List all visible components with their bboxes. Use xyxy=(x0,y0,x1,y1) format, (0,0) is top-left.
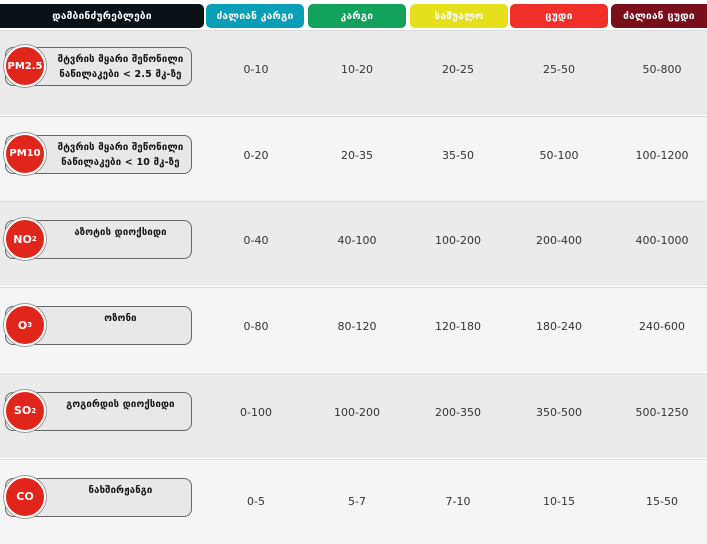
range-value: 120-180 xyxy=(435,320,481,334)
row-divider xyxy=(0,115,707,117)
header-level-0: ძალიან კარგი xyxy=(206,4,304,28)
range-value: 0-100 xyxy=(240,405,272,419)
row-divider xyxy=(0,458,707,460)
pollutant-badge-icon: SO 2 xyxy=(4,389,46,432)
range-value: 0-10 xyxy=(243,63,269,76)
pollutant-label-box: O 3 ოზონი xyxy=(4,304,192,347)
pollutant-label-box: NO 2 აზოტის დიოქსიდი xyxy=(4,218,192,261)
table-header: დამბინძურებლები ძალიან კარგი კარგი საშუალო… xyxy=(0,0,707,30)
pollutant-name: მტვრის მყარი შეწონილი ნაწილაკები < 2.5 მ… xyxy=(57,54,184,80)
header-level-4: ძალიან ცუდი xyxy=(611,4,707,28)
pollutant-label-box: PM10 მტვრის მყარი შეწონილი ნაწილაკები < 1… xyxy=(4,132,192,175)
range-value: 7-10 xyxy=(445,494,471,508)
range-value: 5-7 xyxy=(348,494,366,508)
range-value: 500-1250 xyxy=(635,405,689,419)
header-pollutants: დამბინძურებლები xyxy=(0,4,204,28)
range-value: 350-500 xyxy=(536,405,582,419)
range-value: 50-100 xyxy=(539,148,579,162)
table-row: CO ნახშირჟანგი 0-5 5-7 7-10 10-15 15-50 xyxy=(0,458,707,544)
range-value: 0-5 xyxy=(247,494,265,508)
pollutant-symbol: PM2.5 xyxy=(7,60,43,72)
table-row: PM10 მტვრის მყარი შეწონილი ნაწილაკები < 1… xyxy=(0,115,707,201)
row-divider xyxy=(0,30,707,31)
pollutant-symbol-subscript: 2 xyxy=(31,235,37,244)
pollutant-badge-icon: CO xyxy=(4,475,46,518)
pollutant-symbol-subscript: 2 xyxy=(31,406,37,415)
range-value: 400-1000 xyxy=(635,234,689,248)
pollutant-badge-icon: PM2.5 xyxy=(4,45,46,87)
pollutant-label-box: CO ნახშირჟანგი xyxy=(4,475,192,518)
pollutant-badge-icon: O3 xyxy=(4,304,46,347)
row-divider xyxy=(0,201,707,203)
pollutant-label-box: SO 2 გოგირდის დიოქსიდი xyxy=(4,389,192,432)
pollutant-symbol: SO xyxy=(13,404,32,418)
pollutant-symbol: NO xyxy=(13,232,32,246)
range-value: 25-50 xyxy=(543,63,575,76)
table-row: PM2.5 მტვრის მყარი შეწონილი ნაწილაკები < … xyxy=(0,30,707,115)
pollutant-symbol: CO xyxy=(16,490,34,503)
range-value: 20-25 xyxy=(442,63,474,76)
table-row: SO 2 გოგირდის დიოქსიდი 0-100 100-200 200-350 3… xyxy=(0,372,707,458)
range-value: 0-20 xyxy=(243,148,269,162)
header-level-2: საშუალო xyxy=(410,4,508,28)
pollutant-label-box: PM2.5 მტვრის მყარი შეწონილი ნაწილაკები < … xyxy=(4,45,192,87)
pollutant-name: ნახშირჟანგი xyxy=(88,484,153,496)
row-divider xyxy=(0,287,707,289)
table-row: O 3 ოზონი 0-80 80-120 120-180 180-240 240-600 xyxy=(0,287,707,373)
pollutant-name: აზოტის დიოქსიდი xyxy=(74,227,167,239)
range-value: 100-200 xyxy=(334,405,380,419)
range-value: 200-400 xyxy=(536,234,582,248)
pollutant-name: ოზონი xyxy=(104,313,137,325)
range-value: 10-20 xyxy=(341,63,373,76)
header-level-3: ცუდი xyxy=(510,4,608,28)
range-value: 35-50 xyxy=(442,148,474,162)
range-value: 50-800 xyxy=(642,63,682,76)
range-value: 0-40 xyxy=(243,234,269,248)
range-value: 20-35 xyxy=(341,148,373,162)
range-value: 0-80 xyxy=(243,320,269,334)
pollutant-name: გოგირდის დიოქსიდი xyxy=(66,398,175,410)
row-divider xyxy=(0,372,707,374)
range-value: 40-100 xyxy=(337,234,377,248)
range-value: 200-350 xyxy=(435,405,481,419)
range-value: 15-50 xyxy=(646,494,678,508)
pollutant-badge-icon: PM10 xyxy=(4,132,46,175)
pollutant-badge-icon: NO 2 xyxy=(4,218,46,261)
table-row: NO 2 აზოტის დიოქსიდი 0-40 40-100 100-200 200-4… xyxy=(0,201,707,287)
range-value: 180-240 xyxy=(536,320,582,334)
header-level-1: კარგი xyxy=(308,4,406,28)
pollutant-symbol-subscript: 3 xyxy=(27,321,33,330)
pollutant-name: მტვრის მყარი შეწონილი ნაწილაკები < 10 მკ… xyxy=(57,141,184,168)
range-value: 10-15 xyxy=(543,494,575,508)
pollutant-symbol: O xyxy=(17,318,28,332)
pollutant-symbol: PM10 xyxy=(9,148,41,160)
range-value: 80-120 xyxy=(337,320,377,334)
range-value: 100-1200 xyxy=(635,148,689,162)
range-value: 100-200 xyxy=(435,234,481,248)
range-value: 240-600 xyxy=(639,320,685,334)
